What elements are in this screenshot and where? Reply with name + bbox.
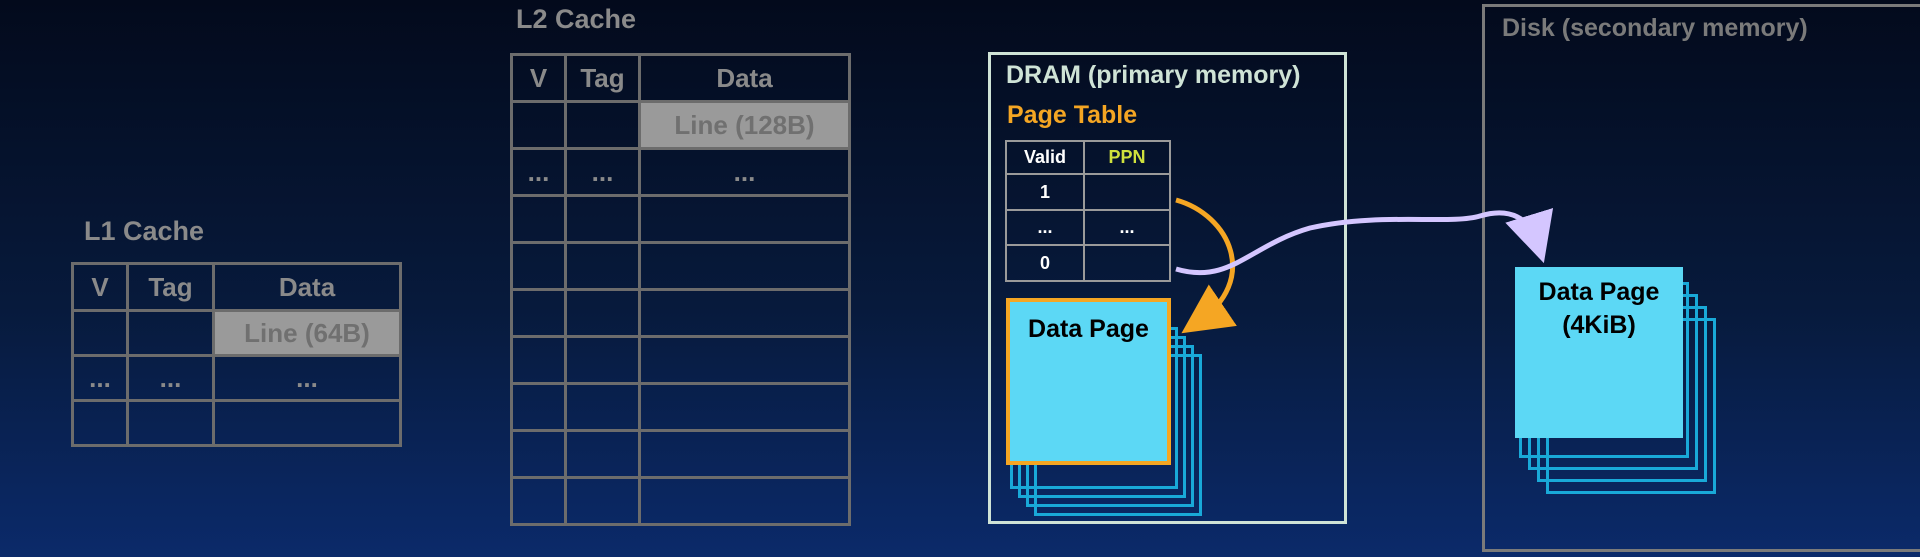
arrows-layer <box>1175 197 1554 334</box>
ppn-to-dram-page-arrow <box>1175 197 1237 334</box>
